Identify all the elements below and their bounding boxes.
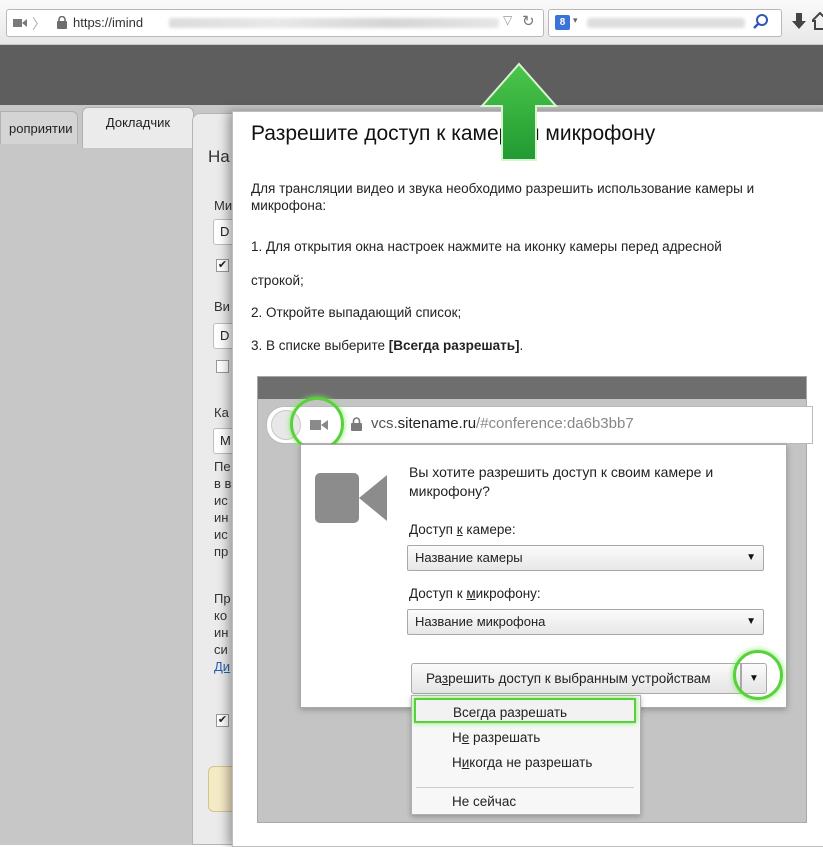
- dialog-intro: Для трансляции видео и звука необходимо …: [251, 181, 755, 213]
- dialog-step-3-emphasis: [Всегда разрешать]: [388, 338, 520, 353]
- popup-question: Вы хотите разрешить доступ к своим камер…: [409, 464, 714, 499]
- search-bar[interactable]: 8 ▾: [548, 9, 782, 37]
- dialog-step-3: 3. В списке выберите [Всегда разрешать].: [251, 338, 524, 353]
- allow-devices-button[interactable]: Разрешить доступ к выбранным устройствам: [411, 663, 741, 694]
- home-icon[interactable]: [812, 12, 823, 30]
- search-text-blurred: [587, 18, 745, 28]
- camera-icon[interactable]: [13, 18, 27, 28]
- green-arrow-up-icon: [480, 62, 558, 161]
- lock-icon: [57, 16, 67, 29]
- menu-divider: [416, 787, 634, 788]
- permission-popup: Вы хотите разрешить доступ к своим камер…: [300, 444, 787, 708]
- video-camera-icon: [315, 473, 387, 523]
- browser-toolbar: 〉 https://imind ▽ ↻ 8 ▾: [0, 0, 823, 45]
- panel-description-2: Пр ко ин си Ди: [214, 591, 231, 675]
- checkbox-1[interactable]: ✔: [216, 259, 229, 272]
- menu-item-dont-allow[interactable]: Не разрешать: [412, 725, 640, 750]
- dropdown-arrow-icon: ▼: [746, 616, 756, 627]
- url-blurred: [169, 18, 499, 28]
- tab-event[interactable]: роприятии: [0, 111, 78, 144]
- magnifier-icon[interactable]: [752, 13, 770, 31]
- checkbox-3[interactable]: ✔: [216, 714, 229, 727]
- dialog-step-2: 2. Откройте выпадающий список;: [251, 305, 462, 320]
- menu-item-always-allow[interactable]: Всегда разрешать: [414, 698, 636, 723]
- search-engine-dropdown-icon[interactable]: ▾: [573, 15, 578, 26]
- address-bar[interactable]: 〉 https://imind ▽ ↻: [6, 9, 544, 37]
- page-header-band: [0, 45, 823, 105]
- dialog-step-1-cont: строкой;: [251, 273, 304, 288]
- search-engine-icon[interactable]: 8: [555, 15, 570, 30]
- camera-dropdown[interactable]: Название камеры ▼: [407, 545, 764, 571]
- camera-access-label: Доступ к камере:: [409, 522, 516, 537]
- panel-description-1: Пе в в ис ин ис пр: [214, 459, 232, 559]
- checkbox-2[interactable]: [216, 360, 229, 373]
- label-camera: Ка: [214, 405, 229, 420]
- mic-access-label: Доступ к микрофону:: [409, 586, 541, 601]
- reload-icon[interactable]: ↻: [522, 12, 535, 30]
- highlight-ring-camera: [290, 397, 344, 451]
- menu-item-not-now[interactable]: Не сейчас: [412, 789, 640, 814]
- panel-link[interactable]: Ди: [214, 658, 231, 675]
- panel-heading: На: [208, 147, 230, 166]
- example-screenshot: vcs.sitename.ru/#conference:da6b3bb7 Вы …: [257, 376, 813, 823]
- allow-options-menu: Всегда разрешать Не разрешать Никогда не…: [411, 695, 641, 815]
- menu-item-never-allow[interactable]: Никогда не разрешать: [412, 750, 640, 775]
- lock-icon: [351, 417, 362, 431]
- highlight-ring-dropdown: [733, 650, 783, 700]
- dialog-title: Разрешите доступ к камере и микрофону: [251, 122, 656, 145]
- example-url: vcs.sitename.ru/#conference:da6b3bb7: [371, 415, 634, 432]
- example-address-bar: vcs.sitename.ru/#conference:da6b3bb7: [266, 406, 813, 444]
- dialog-step-1: 1. Для открытия окна настроек нажмите на…: [251, 239, 722, 254]
- dropdown-arrow-icon: ▼: [746, 552, 756, 563]
- label-video: Ви: [214, 299, 230, 314]
- url-text: https://imind: [73, 15, 144, 30]
- label-mic: Ми: [214, 198, 233, 213]
- chevron-right-icon: 〉: [32, 16, 46, 32]
- download-icon[interactable]: [792, 12, 806, 30]
- url-dropdown-icon[interactable]: ▽: [503, 13, 512, 27]
- tab-speaker[interactable]: Докладчик: [82, 107, 194, 148]
- mic-dropdown[interactable]: Название микрофона ▼: [407, 609, 764, 635]
